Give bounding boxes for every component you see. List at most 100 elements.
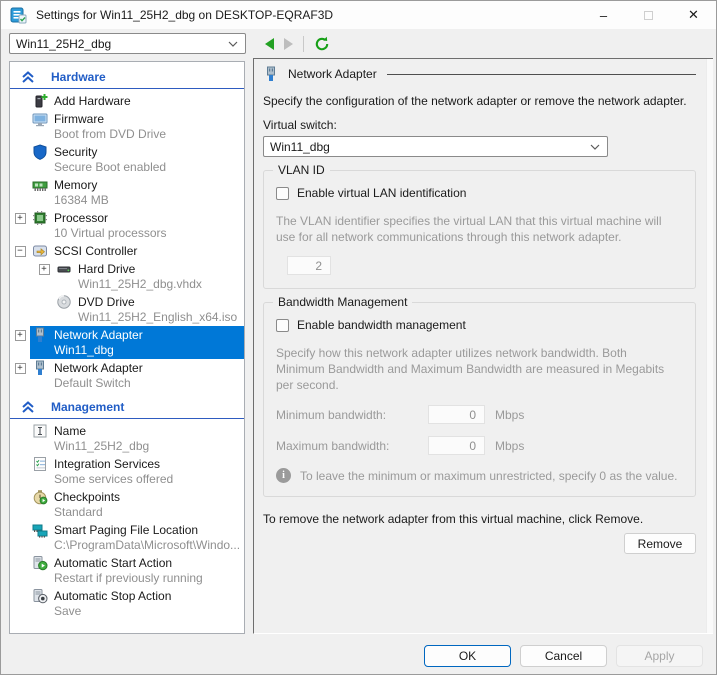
tree-item-network-adapter[interactable]: +Network AdapterDefault Switch bbox=[10, 359, 244, 392]
tree-item-label: Name bbox=[54, 424, 86, 438]
pane-scrollbar-track[interactable] bbox=[706, 59, 713, 633]
settings-detail-pane: Network Adapter Specify the configuratio… bbox=[253, 58, 713, 634]
tree-item-label: Integration Services bbox=[54, 457, 160, 471]
section-label: Management bbox=[51, 400, 124, 414]
remove-button[interactable]: Remove bbox=[624, 533, 696, 554]
dvd-drive-icon bbox=[56, 294, 72, 310]
tree-item-add-hardware[interactable]: Add Hardware bbox=[10, 92, 244, 110]
ok-button[interactable]: OK bbox=[424, 645, 511, 667]
tree-item-processor[interactable]: +Processor10 Virtual processors bbox=[10, 209, 244, 242]
hard-drive-icon bbox=[56, 261, 72, 277]
min-bandwidth-input[interactable]: 0 bbox=[428, 405, 485, 424]
tree-item-checkpoints[interactable]: CheckpointsStandard bbox=[10, 488, 244, 521]
tree-item-label: Checkpoints bbox=[54, 490, 120, 504]
minimize-button[interactable]: – bbox=[581, 1, 626, 29]
expand-icon[interactable]: + bbox=[15, 330, 26, 341]
tree-item-label: Memory bbox=[54, 178, 97, 192]
tree-item-label: Firmware bbox=[54, 112, 104, 126]
max-bandwidth-unit: Mbps bbox=[495, 439, 524, 453]
virtual-switch-dropdown[interactable]: Win11_dbg bbox=[263, 136, 608, 157]
virtual-switch-label: Virtual switch: bbox=[263, 118, 696, 132]
min-bandwidth-label: Minimum bandwidth: bbox=[276, 408, 428, 422]
section-header-hardware[interactable]: Hardware bbox=[10, 67, 244, 89]
network-adapter-icon bbox=[263, 66, 279, 82]
checkpoints-icon bbox=[32, 489, 48, 505]
tree-item-sublabel: Win11_25H2_dbg.vhdx bbox=[56, 277, 244, 292]
tree-item-dvd-drive[interactable]: DVD DriveWin11_25H2_English_x64.iso bbox=[34, 293, 244, 326]
tree-item-security[interactable]: SecuritySecure Boot enabled bbox=[10, 143, 244, 176]
tree-item-sublabel: Win11_25H2_dbg bbox=[32, 439, 244, 454]
tree-item-memory[interactable]: Memory16384 MB bbox=[10, 176, 244, 209]
tree-item-network-adapter[interactable]: + Network AdapterWin11_dbg bbox=[10, 326, 244, 359]
tree-item-sublabel: Win11_dbg bbox=[32, 343, 244, 358]
tree-item-sublabel: Boot from DVD Drive bbox=[32, 127, 244, 142]
apply-button[interactable]: Apply bbox=[616, 645, 703, 667]
tree-item-firmware[interactable]: FirmwareBoot from DVD Drive bbox=[10, 110, 244, 143]
vlan-id-input[interactable]: 2 bbox=[287, 256, 331, 275]
tree-item-label: Security bbox=[54, 145, 97, 159]
integration-services-icon bbox=[32, 456, 48, 472]
tree-item-sublabel: Save bbox=[32, 604, 244, 619]
cancel-button[interactable]: Cancel bbox=[520, 645, 607, 667]
min-bandwidth-unit: Mbps bbox=[495, 408, 524, 422]
tree-item-label: Smart Paging File Location bbox=[54, 523, 198, 537]
tree-item-integration-services[interactable]: Integration ServicesSome services offere… bbox=[10, 455, 244, 488]
navigate-back-button[interactable] bbox=[265, 38, 274, 50]
tree-item-label: Processor bbox=[54, 211, 108, 225]
expand-icon[interactable]: + bbox=[39, 264, 50, 275]
maximize-icon bbox=[644, 11, 653, 20]
chevron-double-up-icon bbox=[20, 399, 36, 415]
auto-start-icon bbox=[32, 555, 48, 571]
tree-item-sublabel: Secure Boot enabled bbox=[32, 160, 244, 175]
section-header-management[interactable]: Management bbox=[10, 397, 244, 419]
tree-item-sublabel: Some services offered bbox=[32, 472, 244, 487]
enable-vlan-label: Enable virtual LAN identification bbox=[297, 186, 466, 200]
add-hardware-icon bbox=[32, 93, 48, 109]
tree-item-smart-paging[interactable]: Smart Paging File LocationC:\ProgramData… bbox=[10, 521, 244, 554]
network-adapter-icon bbox=[32, 360, 48, 376]
toolbar-separator bbox=[303, 36, 304, 52]
tree-item-label: Network Adapter bbox=[54, 361, 143, 375]
bandwidth-description: Specify how this network adapter utilize… bbox=[276, 345, 683, 393]
virtual-switch-value: Win11_dbg bbox=[264, 140, 590, 154]
vm-selector-dropdown[interactable]: Win11_25H2_dbg bbox=[9, 33, 246, 54]
tree-item-label: SCSI Controller bbox=[54, 244, 137, 258]
toolbar: Win11_25H2_dbg bbox=[1, 29, 716, 58]
tree-item-scsi-controller[interactable]: − SCSI Controller bbox=[10, 242, 244, 260]
tree-item-hard-drive[interactable]: +Hard DriveWin11_25H2_dbg.vhdx bbox=[34, 260, 244, 293]
network-adapter-icon bbox=[32, 327, 48, 343]
expand-icon[interactable]: + bbox=[15, 213, 26, 224]
collapse-icon[interactable]: − bbox=[15, 246, 26, 257]
remove-instruction-text: To remove the network adapter from this … bbox=[263, 512, 696, 526]
refresh-icon[interactable] bbox=[314, 36, 330, 52]
name-icon bbox=[32, 423, 48, 439]
tree-item-sublabel: 16384 MB bbox=[32, 193, 244, 208]
enable-vlan-checkbox[interactable] bbox=[276, 187, 289, 200]
expand-icon[interactable]: + bbox=[15, 363, 26, 374]
pane-title: Network Adapter bbox=[288, 67, 377, 81]
bandwidth-note: To leave the minimum or maximum unrestri… bbox=[300, 469, 677, 483]
tree-item-name[interactable]: NameWin11_25H2_dbg bbox=[10, 422, 244, 455]
tree-item-label: DVD Drive bbox=[78, 295, 135, 309]
tree-item-label: Network Adapter bbox=[54, 328, 143, 342]
tree-item-label: Automatic Start Action bbox=[54, 556, 172, 570]
vm-selector-value: Win11_25H2_dbg bbox=[10, 37, 228, 51]
vlan-groupbox: VLAN ID Enable virtual LAN identificatio… bbox=[263, 170, 696, 289]
pane-intro-text: Specify the configuration of the network… bbox=[263, 94, 696, 108]
tree-item-sublabel: Standard bbox=[32, 505, 244, 520]
tree-item-sublabel: Win11_25H2_English_x64.iso bbox=[56, 310, 244, 325]
firmware-icon bbox=[32, 111, 48, 127]
enable-bandwidth-label: Enable bandwidth management bbox=[297, 318, 466, 332]
tree-item-auto-start[interactable]: Automatic Start ActionRestart if previou… bbox=[10, 554, 244, 587]
chevron-down-icon bbox=[590, 144, 600, 150]
auto-stop-icon bbox=[32, 588, 48, 604]
maximize-button bbox=[626, 1, 671, 29]
security-icon bbox=[32, 144, 48, 160]
chevron-double-up-icon bbox=[20, 69, 36, 85]
enable-bandwidth-checkbox[interactable] bbox=[276, 319, 289, 332]
tree-item-auto-stop[interactable]: Automatic Stop ActionSave bbox=[10, 587, 244, 620]
close-button[interactable]: ✕ bbox=[671, 1, 716, 29]
vlan-group-title: VLAN ID bbox=[273, 163, 330, 177]
max-bandwidth-input[interactable]: 0 bbox=[428, 436, 485, 455]
tree-item-sublabel: C:\ProgramData\Microsoft\Windo... bbox=[32, 538, 244, 553]
